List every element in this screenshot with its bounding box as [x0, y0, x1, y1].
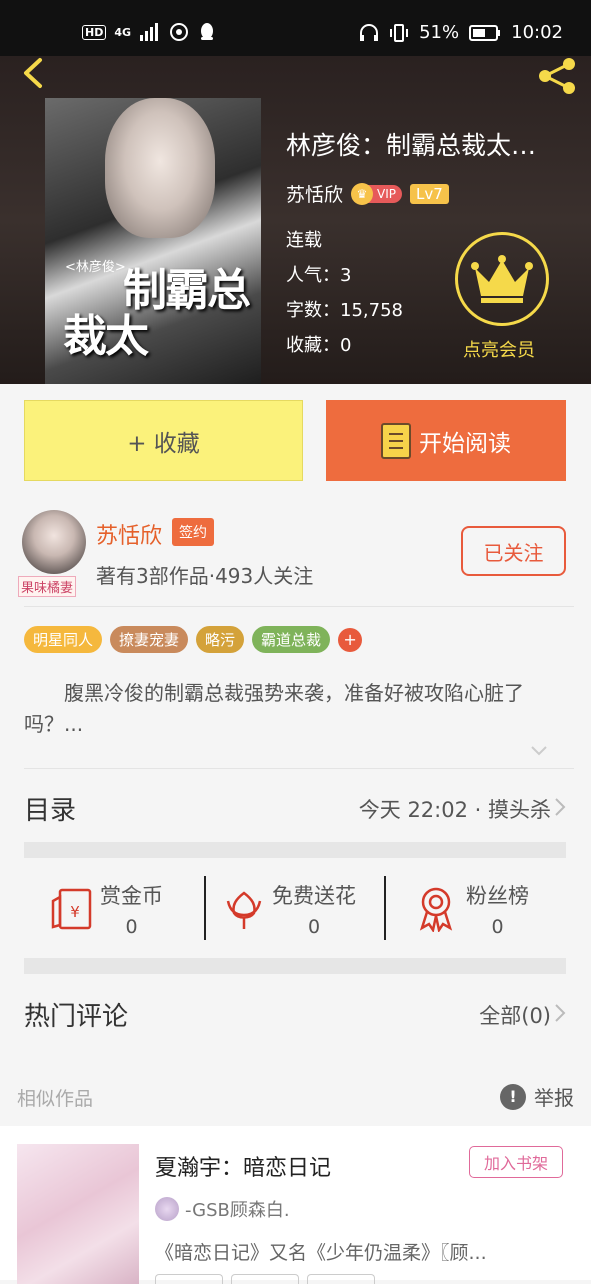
book-cover[interactable]: <林彦俊> 制霸总 裁太	[45, 98, 261, 384]
cover-title: 制霸总 裁太	[63, 265, 251, 362]
red-envelope-icon: ¥	[51, 888, 92, 930]
reward-coins-label: 赏金币	[100, 884, 163, 908]
book-popularity: 人气：3	[286, 265, 352, 286]
reward-flowers-label: 免费送花	[272, 884, 356, 908]
status-bar: HD 4G 51% 10:02	[0, 0, 591, 56]
similar-book-author: -GSB顾森白.	[185, 1200, 290, 1221]
reward-coins[interactable]: ¥ 赏金币 0	[50, 860, 163, 958]
status-left: HD 4G	[82, 22, 217, 42]
level-badge: Lv7	[410, 183, 449, 204]
headphones-icon	[360, 23, 379, 41]
hd-indicator: HD	[82, 24, 107, 40]
vip-membership-button[interactable]	[455, 232, 549, 326]
similar-author-avatar	[155, 1197, 179, 1221]
vip-crown-icon: ♛	[351, 182, 374, 205]
divider	[24, 768, 574, 769]
catalog-title: 目录	[24, 796, 77, 826]
similar-tag-chip	[307, 1274, 375, 1284]
author-info: 著有3部作品·493人关注	[96, 564, 314, 588]
avatar-tag: 果味橘妻	[18, 576, 77, 597]
chevron-right-icon	[555, 1004, 566, 1022]
add-favorite-button[interactable]: + 收藏	[24, 400, 303, 481]
book-author[interactable]: 苏恬欣	[286, 180, 343, 207]
share-icon[interactable]	[535, 56, 579, 96]
book-word-count: 字数：15,758	[286, 300, 403, 321]
tag-1[interactable]: 撩妻宠妻	[110, 626, 189, 653]
cover-portrait	[105, 98, 215, 238]
similar-book-cover[interactable]	[17, 1144, 139, 1284]
book-favorites: 收藏：0	[286, 335, 352, 356]
author-avatar[interactable]	[22, 510, 86, 574]
signed-badge: 签约	[172, 518, 214, 546]
reward-fans[interactable]: 粉丝榜 0	[414, 860, 529, 958]
crown-icon	[471, 255, 533, 303]
author-card: 果味橘妻 苏恬欣 签约 著有3部作品·493人关注 已关注	[0, 500, 591, 606]
similar-works-header: 相似作品	[17, 1088, 94, 1110]
book-icon	[381, 422, 411, 459]
chevron-down-icon[interactable]	[530, 742, 548, 760]
similar-book-author-row: -GSB顾森白.	[155, 1196, 290, 1222]
book-author-row: 苏恬欣 ♛ VIP Lv7	[286, 180, 449, 207]
vip-badge: ♛ VIP	[351, 182, 402, 205]
exclamation-icon: !	[500, 1083, 526, 1110]
book-summary: 腹黑冷俊的制霸总裁强势来袭，准备好被攻陷心脏了吗？...	[24, 681, 524, 736]
report-label: 举报	[534, 1086, 574, 1110]
battery-icon	[469, 24, 501, 41]
tag-3[interactable]: 霸道总裁	[252, 626, 331, 653]
flower-icon	[226, 891, 262, 929]
reward-coins-value: 0	[125, 916, 138, 938]
separator	[384, 876, 386, 940]
add-tag-button[interactable]: +	[338, 627, 363, 652]
divider	[24, 606, 574, 607]
section-separator	[24, 842, 566, 858]
vibrate-icon	[390, 23, 409, 42]
separator	[204, 876, 206, 940]
similar-book-card[interactable]: 夏瀚宇：暗恋日记 加入书架 -GSB顾森白. 《暗恋日记》又名《少年仍温柔》〖顾…	[0, 1126, 591, 1284]
start-reading-label: 开始阅读	[419, 430, 511, 457]
clock: 10:02	[511, 22, 563, 43]
comments-title: 热门评论	[24, 1002, 129, 1032]
catalog-latest: 今天 22:02 · 摸头杀	[358, 798, 551, 822]
similar-book-title: 夏瀚宇：暗恋日记	[155, 1156, 332, 1181]
cover-title-line2: 裁太	[63, 311, 149, 362]
rewards-bar: ¥ 赏金币 0 免费送花 0 粉丝榜 0	[24, 860, 566, 958]
reward-flowers-value: 0	[307, 916, 321, 938]
qq-icon	[201, 23, 214, 40]
similar-book-desc: 《暗恋日记》又名《少年仍温柔》〖顾...	[155, 1242, 487, 1264]
section-separator	[24, 958, 566, 974]
report-button[interactable]: ! 举报	[500, 1082, 574, 1111]
comments-all: 全部(0)	[479, 1004, 551, 1028]
reward-fans-label: 粉丝榜	[466, 884, 529, 908]
battery-percent: 51%	[419, 22, 460, 43]
similar-tag-chip	[231, 1274, 299, 1284]
tag-0[interactable]: 明星同人	[24, 626, 103, 653]
chevron-right-icon	[555, 798, 566, 816]
network-indicator: 4G	[114, 25, 132, 39]
svg-text:¥: ¥	[70, 903, 80, 921]
book-title: 林彦俊：制霸总裁太…	[286, 131, 537, 160]
reward-fans-value: 0	[491, 916, 504, 938]
cover-title-line1: 制霸总	[123, 265, 251, 316]
author-name[interactable]: 苏恬欣	[96, 518, 162, 550]
hotspot-icon	[170, 23, 189, 41]
similar-tag-chip	[155, 1274, 223, 1284]
similar-book-tags	[155, 1274, 375, 1284]
tag-list: 明星同人 撩妻宠妻 略污 霸道总裁 +	[24, 626, 363, 653]
status-right: 51% 10:02	[359, 22, 563, 43]
reward-flowers[interactable]: 免费送花 0	[222, 860, 356, 958]
medal-icon	[419, 887, 453, 932]
book-status: 连载	[286, 230, 322, 251]
start-reading-button[interactable]: 开始阅读	[326, 400, 566, 481]
signal-icon	[140, 23, 159, 41]
vip-membership-label[interactable]: 点亮会员	[463, 336, 535, 362]
tag-2[interactable]: 略污	[196, 626, 245, 653]
book-header: <林彦俊> 制霸总 裁太 林彦俊：制霸总裁太… 苏恬欣 ♛ VIP Lv7 连载…	[0, 56, 591, 384]
follow-button[interactable]: 已关注	[461, 526, 566, 576]
add-to-shelf-button[interactable]: 加入书架	[469, 1146, 563, 1178]
back-arrow-icon[interactable]	[16, 56, 50, 90]
